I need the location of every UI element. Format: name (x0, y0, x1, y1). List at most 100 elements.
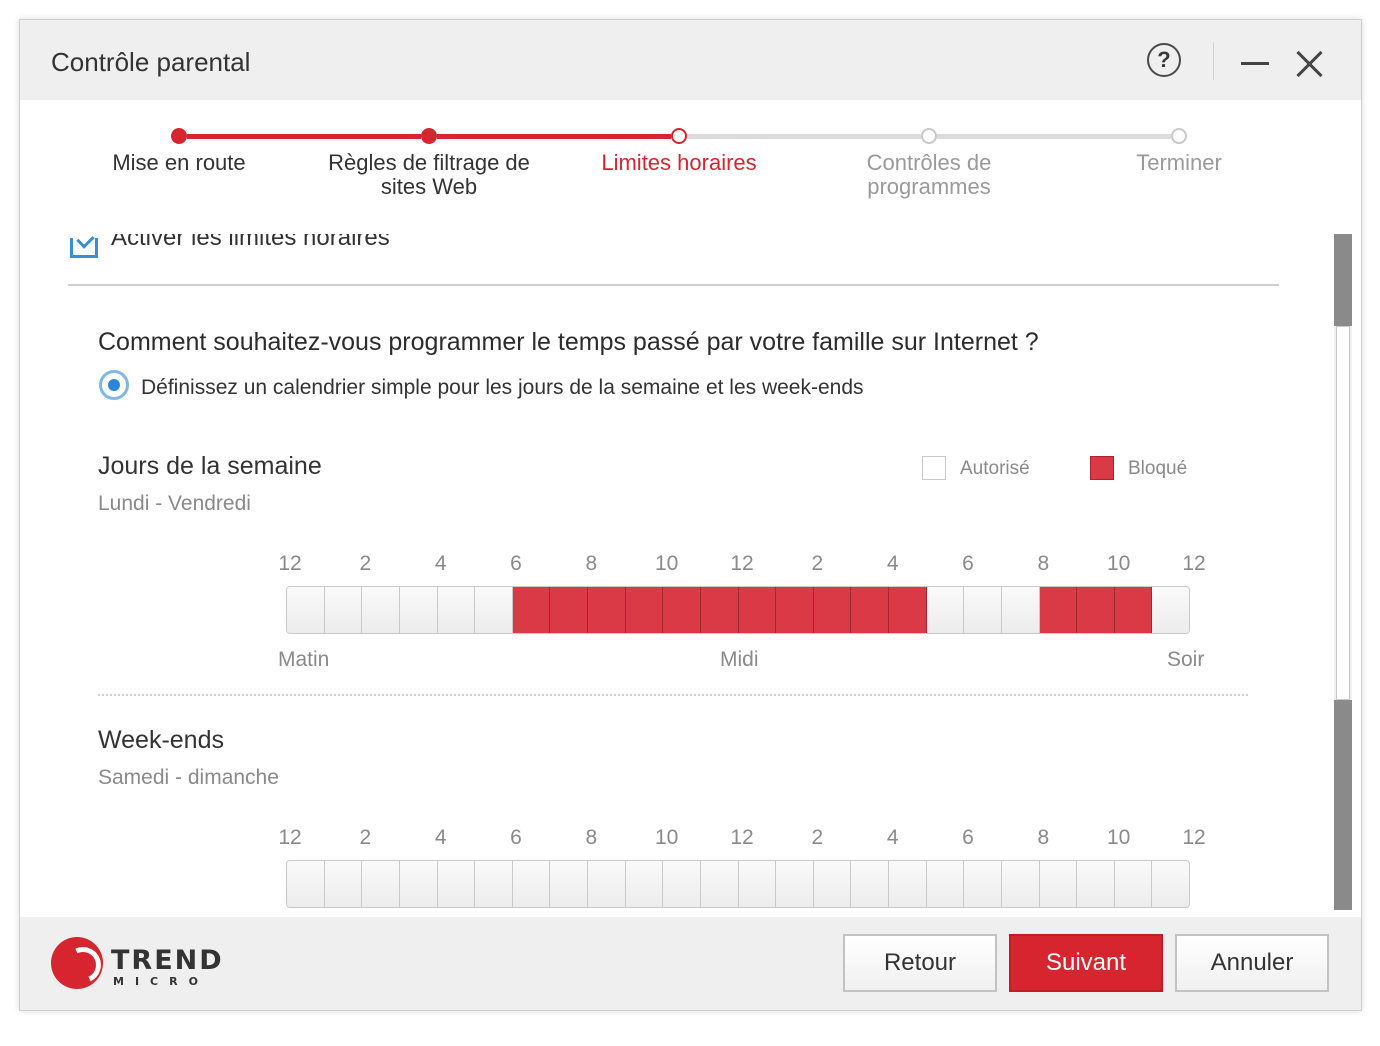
weekends-hour-cell[interactable] (287, 861, 325, 907)
weekends-hour-cell[interactable] (813, 861, 852, 907)
weekends-hour-cell[interactable] (851, 861, 889, 907)
weekdays-hour-cell[interactable] (964, 587, 1002, 633)
scroll-content: Activer les limites horaires Comment sou… (20, 234, 1361, 917)
weekdays-hour-label: 12 (1182, 552, 1206, 575)
weekends-hour-cell[interactable] (1152, 861, 1189, 907)
weekends-hour-cell[interactable] (399, 861, 438, 907)
weekends-hour-cell[interactable] (926, 861, 965, 907)
step-label-1: Mise en route (112, 150, 246, 175)
weekends-hour-bar (286, 860, 1190, 908)
weekends-hour-label: 4 (886, 826, 899, 849)
weekdays-hour-cell[interactable] (776, 587, 814, 633)
weekdays-hour-cell[interactable] (738, 587, 777, 633)
weekends-hour-cell[interactable] (776, 861, 814, 907)
weekdays-hour-cell[interactable] (1077, 587, 1115, 633)
weekdays-hour-label: 2 (811, 552, 824, 575)
weekdays-hour-label: 12 (730, 552, 754, 575)
weekends-hour-cell[interactable] (738, 861, 777, 907)
weekdays-hour-cell[interactable] (1001, 587, 1040, 633)
close-icon[interactable] (1296, 50, 1324, 78)
scrollbar-thumb[interactable] (1336, 326, 1350, 700)
weekdays-hour-cell[interactable] (889, 587, 927, 633)
weekdays-hour-cell[interactable] (1039, 587, 1078, 633)
weekdays-hour-cell[interactable] (324, 587, 363, 633)
weekends-hour-label: 10 (1106, 826, 1131, 849)
weekends-hour-cell[interactable] (663, 861, 701, 907)
cancel-button[interactable]: Annuler (1175, 934, 1329, 992)
weekends-hour-cell[interactable] (550, 861, 588, 907)
weekends-hour-label: 10 (654, 826, 679, 849)
weekdays-hour-label: 10 (1106, 552, 1131, 575)
weekdays-hour-label: 8 (1037, 552, 1050, 575)
weekdays-hour-label: 8 (585, 552, 598, 575)
weekends-hour-cell[interactable] (437, 861, 476, 907)
weekdays-hour-label: 6 (510, 552, 522, 575)
weekends-hour-cell[interactable] (324, 861, 363, 907)
trend-micro-logo: TREND MICRO (51, 937, 251, 995)
weekdays-hour-cell[interactable] (663, 587, 701, 633)
section-dotted-divider (98, 694, 1248, 696)
weekends-hour-label: 2 (359, 826, 372, 849)
weekdays-hour-cell[interactable] (1152, 587, 1189, 633)
scrollbar-upper-track[interactable] (1334, 234, 1352, 326)
window-title: Contrôle parental (51, 47, 251, 77)
weekdays-hour-cell[interactable] (550, 587, 588, 633)
weekdays-hour-label: 4 (434, 552, 447, 575)
weekdays-hour-label: 6 (962, 552, 974, 575)
logo-brand-bottom: MICRO (113, 975, 209, 988)
weekends-hour-cell[interactable] (1039, 861, 1078, 907)
step-label-4: Contrôles de programmes (866, 150, 992, 199)
weekdays-hour-cell[interactable] (1114, 587, 1153, 633)
weekdays-hour-cell[interactable] (512, 587, 551, 633)
legend-blocked-swatch (1090, 456, 1114, 480)
dialog-footer: TREND MICRO Retour Suivant Annuler (20, 917, 1361, 1010)
weekends-hour-cell[interactable] (964, 861, 1002, 907)
weekends-hour-cell[interactable] (475, 861, 513, 907)
weekdays-hour-cell[interactable] (588, 587, 626, 633)
weekends-hour-cell[interactable] (625, 861, 664, 907)
help-icon[interactable]: ? (1147, 43, 1181, 77)
legend-allowed-swatch (922, 456, 946, 480)
weekends-hour-cell[interactable] (889, 861, 927, 907)
weekends-hour-cell[interactable] (512, 861, 551, 907)
weekdays-hour-cell[interactable] (475, 587, 513, 633)
simple-schedule-label: Définissez un calendrier simple pour les… (141, 376, 864, 399)
step-connector-3 (687, 134, 921, 139)
weekends-hour-cell[interactable] (700, 861, 739, 907)
weekdays-hour-cell[interactable] (362, 587, 400, 633)
weekends-hour-cell[interactable] (1114, 861, 1153, 907)
weekdays-hour-cell[interactable] (813, 587, 852, 633)
weekdays-hour-cell[interactable] (287, 587, 325, 633)
schedule-question: Comment souhaitez-vous programmer le tem… (98, 328, 1039, 356)
weekdays-caption-evening: Soir (1167, 648, 1205, 671)
titlebar-separator (1213, 42, 1214, 80)
weekends-hour-cell[interactable] (588, 861, 626, 907)
weekends-hour-cell[interactable] (1001, 861, 1040, 907)
enable-time-limits-label: Activer les limites horaires (111, 234, 390, 251)
weekdays-hour-label: 10 (654, 552, 679, 575)
back-button[interactable]: Retour (843, 934, 997, 992)
weekdays-hour-cell[interactable] (700, 587, 739, 633)
weekends-hour-cell[interactable] (1077, 861, 1115, 907)
weekends-hour-label: 8 (1037, 826, 1050, 849)
weekdays-hour-cell[interactable] (437, 587, 476, 633)
simple-schedule-radio[interactable] (99, 370, 129, 400)
weekdays-hour-cell[interactable] (851, 587, 889, 633)
weekends-hour-cell[interactable] (362, 861, 400, 907)
minimize-icon[interactable] (1241, 62, 1269, 65)
next-button[interactable]: Suivant (1009, 934, 1163, 992)
section-divider (68, 284, 1279, 286)
step-label-2: Règles de filtrage de sites Web (328, 150, 530, 199)
weekends-timeline (286, 860, 1190, 908)
weekdays-hour-cell[interactable] (399, 587, 438, 633)
step-dot-3 (671, 128, 687, 144)
enable-time-limits-checkbox[interactable] (70, 238, 98, 258)
weekends-hour-label: 6 (510, 826, 522, 849)
weekdays-timeline (286, 586, 1190, 634)
scrollbar-lower-track[interactable] (1334, 700, 1352, 910)
weekends-hour-label: 12 (730, 826, 754, 849)
weekdays-caption-morning: Matin (278, 648, 330, 671)
weekdays-hour-cell[interactable] (926, 587, 965, 633)
weekdays-hour-cell[interactable] (625, 587, 664, 633)
weekdays-hour-bar (286, 586, 1190, 634)
